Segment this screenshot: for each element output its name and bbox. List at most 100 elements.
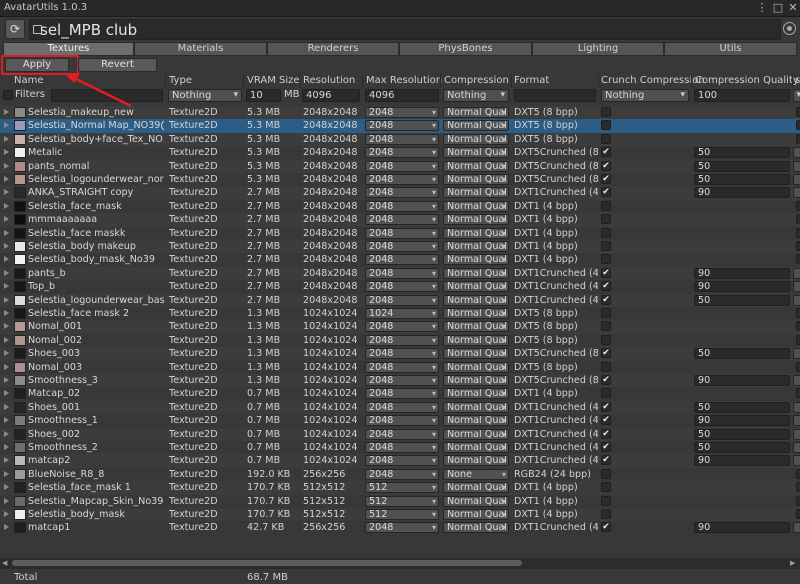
compression-dropdown[interactable]: Normal Qual bbox=[443, 509, 509, 520]
extra-checkbox[interactable] bbox=[796, 509, 800, 519]
expand-arrow-icon[interactable] bbox=[4, 323, 9, 330]
texture-name[interactable]: Selestia_logounderwear_normal bbox=[28, 173, 164, 186]
table-row[interactable]: Selestia_face_mask Texture2D 2.7 MB 2048x20… bbox=[0, 200, 800, 213]
table-row[interactable]: Selestia_Mapcap_Skin_No391 Texture2D 170.7… bbox=[0, 495, 800, 508]
avatar-object-field[interactable]: sel_MPB club bbox=[29, 19, 781, 40]
texture-name[interactable]: Selestia_body makeup bbox=[28, 240, 164, 253]
texture-name[interactable]: Metalic bbox=[28, 146, 164, 159]
compression-dropdown[interactable]: Normal Qual bbox=[443, 120, 509, 132]
table-row[interactable]: Smoothness_1 Texture2D 0.7 MB 1024x1024 2048… bbox=[0, 414, 800, 427]
crunch-checkbox[interactable] bbox=[601, 468, 611, 479]
crunch-checkbox[interactable]: ✔ bbox=[601, 160, 611, 171]
expand-arrow-icon[interactable] bbox=[4, 243, 9, 249]
compression-quality-input[interactable]: 50 bbox=[694, 160, 790, 172]
tab-textures[interactable]: Textures bbox=[3, 42, 134, 56]
texture-name[interactable]: Shoes_002 bbox=[28, 428, 164, 441]
expand-arrow-icon[interactable] bbox=[4, 283, 9, 290]
table-row[interactable]: Selestia_logounderwear_normal Texture2D 5.… bbox=[0, 173, 800, 186]
table-row[interactable]: Top_b Texture2D 2.7 MB 2048x2048 2048 Normal … bbox=[0, 280, 800, 293]
compression-quality-input[interactable]: 50 bbox=[694, 442, 790, 453]
compression-dropdown[interactable]: Normal Qual bbox=[443, 254, 509, 266]
tab-materials[interactable]: Materials bbox=[134, 42, 267, 56]
texture-name[interactable]: Selestia_logounderwear_base bbox=[28, 294, 164, 307]
table-row[interactable]: Shoes_002 Texture2D 0.7 MB 1024x1024 2048 Nor… bbox=[0, 427, 800, 441]
table-row[interactable]: matcap2 Texture2D 0.7 MB 1024x1024 2048 Norma… bbox=[0, 454, 800, 468]
compression-quality-input[interactable]: 50 bbox=[694, 348, 790, 360]
table-row[interactable]: Nomal_002 Texture2D 1.3 MB 1024x1024 2048 Nor… bbox=[0, 334, 800, 347]
crunch-checkbox[interactable]: ✔ bbox=[601, 442, 611, 452]
max-resolution-dropdown[interactable]: 2048 bbox=[365, 375, 439, 386]
scrollbar-thumb[interactable] bbox=[12, 560, 522, 566]
extra-dropdown[interactable] bbox=[793, 281, 800, 293]
expand-arrow-icon[interactable] bbox=[4, 135, 9, 142]
expand-arrow-icon[interactable] bbox=[4, 457, 9, 464]
expand-arrow-icon[interactable] bbox=[4, 511, 9, 517]
name-filter-input[interactable] bbox=[51, 89, 163, 102]
compression-dropdown[interactable]: Normal Qual bbox=[443, 187, 509, 199]
table-row[interactable]: Smoothness_2 Texture2D 0.7 MB 1024x1024 2048… bbox=[0, 441, 800, 454]
table-row[interactable]: BlueNoise_R8_8 Texture2D 192.0 KB 256x256 20… bbox=[0, 468, 800, 481]
table-row[interactable]: Nomal_003 Texture2D 1.3 MB 1024x1024 2048 Nor… bbox=[0, 361, 800, 374]
refresh-button[interactable]: ⟳ bbox=[5, 19, 25, 39]
table-row[interactable]: pants_b Texture2D 2.7 MB 2048x2048 2048 Norma… bbox=[0, 266, 800, 281]
resolution-filter-input[interactable]: 4096 bbox=[302, 89, 360, 102]
crunch-checkbox[interactable] bbox=[601, 241, 611, 251]
compression-dropdown[interactable]: Normal Qual bbox=[443, 321, 509, 333]
col-compression[interactable]: Compression bbox=[444, 75, 509, 86]
compression-dropdown[interactable]: Normal Qual bbox=[443, 281, 509, 293]
crunch-checkbox[interactable] bbox=[601, 214, 611, 225]
extra-checkbox[interactable] bbox=[796, 107, 800, 117]
tab-physbones[interactable]: PhysBones bbox=[399, 42, 532, 56]
max-resolution-dropdown[interactable]: 2048 bbox=[365, 401, 439, 413]
table-row[interactable]: matcap1 Texture2D 42.7 KB 256x256 2048 Normal… bbox=[0, 521, 800, 534]
crunch-checkbox[interactable]: ✔ bbox=[601, 348, 611, 359]
texture-name[interactable]: Matcap_02 bbox=[28, 387, 164, 400]
compression-dropdown[interactable]: Normal Qual bbox=[443, 495, 509, 507]
format-filter-input[interactable] bbox=[514, 89, 596, 102]
col-divider[interactable] bbox=[440, 74, 441, 88]
col-divider[interactable] bbox=[511, 74, 512, 88]
extra-checkbox[interactable] bbox=[796, 120, 800, 131]
compression-dropdown[interactable]: Normal Qual bbox=[443, 388, 509, 400]
max-resolution-dropdown[interactable]: 2048 bbox=[365, 348, 439, 360]
compression-dropdown[interactable]: Normal Qual bbox=[443, 428, 509, 440]
compression-dropdown[interactable]: Normal Qual bbox=[443, 348, 509, 360]
col-crunch[interactable]: Crunch Compression bbox=[601, 75, 705, 86]
max-resolution-dropdown[interactable]: 2048 bbox=[365, 147, 439, 159]
crunch-checkbox[interactable] bbox=[601, 133, 611, 144]
object-picker-icon[interactable] bbox=[783, 22, 796, 35]
max-resolution-dropdown[interactable]: 2048 bbox=[365, 227, 439, 239]
table-row[interactable]: pants_nomal Texture2D 5.3 MB 2048x2048 2048 N… bbox=[0, 159, 800, 173]
extra-checkbox[interactable] bbox=[796, 214, 800, 225]
extra-checkbox[interactable] bbox=[796, 321, 800, 332]
extra-checkbox[interactable] bbox=[796, 495, 800, 506]
compression-dropdown[interactable]: Normal Qual bbox=[443, 415, 509, 427]
texture-name[interactable]: Selestia_face maskk bbox=[28, 227, 164, 240]
compression-quality-input[interactable]: 50 bbox=[694, 174, 790, 185]
crunch-checkbox[interactable] bbox=[601, 227, 611, 238]
compression-dropdown[interactable]: Normal Qual bbox=[443, 361, 509, 373]
table-row[interactable]: Shoes_001 Texture2D 0.7 MB 1024x1024 2048 Nor… bbox=[0, 400, 800, 415]
max-resolution-dropdown[interactable]: 2048 bbox=[365, 334, 439, 346]
max-resolution-dropdown[interactable]: 2048 bbox=[365, 428, 439, 440]
compression-dropdown[interactable]: Normal Qual bbox=[443, 107, 509, 118]
max-resolution-dropdown[interactable]: 2048 bbox=[365, 321, 439, 333]
compression-quality-input[interactable]: 90 bbox=[694, 267, 790, 279]
crunch-checkbox[interactable]: ✔ bbox=[601, 281, 611, 292]
crunch-checkbox[interactable] bbox=[601, 107, 611, 117]
crunch-checkbox[interactable]: ✔ bbox=[601, 522, 611, 533]
col-vram[interactable]: VRAM Size bbox=[247, 75, 300, 86]
extra-checkbox[interactable] bbox=[796, 308, 800, 318]
max-resolution-dropdown[interactable]: 2048 bbox=[365, 214, 439, 226]
table-row[interactable]: Selestia_body_mask_No39 Texture2D 2.7 MB 20… bbox=[0, 253, 800, 266]
compression-quality-input[interactable]: 90 bbox=[694, 375, 790, 386]
expand-arrow-icon[interactable] bbox=[4, 497, 9, 504]
compression-dropdown[interactable]: Normal Qual bbox=[443, 442, 509, 453]
tab-utils[interactable]: Utils bbox=[664, 42, 797, 56]
col-divider[interactable] bbox=[691, 74, 692, 88]
max-resolution-dropdown[interactable]: 2048 bbox=[365, 160, 439, 172]
compression-dropdown[interactable]: Normal Qual bbox=[443, 267, 509, 279]
compression-dropdown[interactable]: Normal Qual bbox=[443, 200, 509, 212]
compression-quality-input[interactable]: 90 bbox=[694, 281, 790, 293]
expand-arrow-icon[interactable] bbox=[4, 336, 9, 343]
